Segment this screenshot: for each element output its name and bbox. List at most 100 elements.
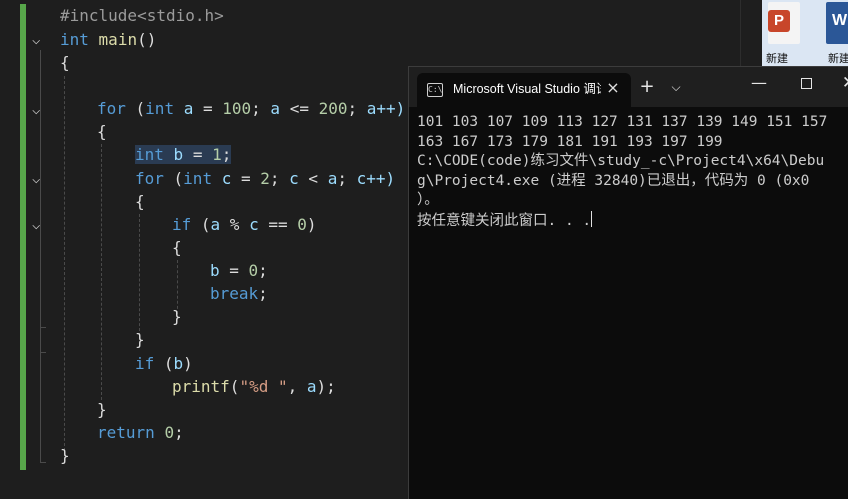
punctuation: ; (258, 261, 268, 280)
operator: = (192, 145, 213, 164)
punctuation: ; (337, 169, 357, 188)
console-line: C:\CODE(code)练习文件\study_-c\Project4\x64\… (417, 153, 825, 169)
code-line-close-brace: } (60, 445, 70, 467)
operator: <= (280, 99, 319, 118)
function-name: main (98, 30, 138, 49)
preprocessor-directive: #include<stdio.h> (60, 6, 224, 25)
operator: == (268, 215, 298, 234)
number-literal: 1 (212, 145, 222, 164)
brace: } (97, 400, 107, 419)
word-icon[interactable]: W (826, 2, 848, 44)
minimize-icon[interactable]: — (747, 71, 771, 95)
punctuation: ; (347, 99, 367, 118)
desktop-icon-label: 新建 (766, 52, 788, 65)
identifier: a (210, 215, 230, 234)
code-line-decl-b: int b = 1; (135, 144, 232, 166)
code-line-if-b: if (b) (135, 353, 193, 375)
code-line-open-brace: { (97, 121, 107, 143)
tab-console[interactable]: C:\ Microsoft Visual Studio 调试控制台 × (417, 73, 631, 107)
keyword-if: if (135, 354, 155, 373)
console-output[interactable]: 101 103 107 109 113 127 131 137 139 149 … (417, 113, 848, 230)
console-window[interactable]: C:\ Microsoft Visual Studio 调试控制台 × + ⌵ … (408, 66, 848, 499)
identifier: c (212, 169, 241, 188)
indent-guide (139, 214, 140, 336)
fold-chevron-down-icon[interactable]: ⌵ (32, 33, 46, 47)
brace: { (172, 238, 182, 257)
tab-close-icon[interactable]: × (605, 79, 621, 97)
code-line-include: #include<stdio.h> (60, 5, 224, 27)
powerpoint-badge: P (768, 10, 790, 32)
code-line-return: return 0; (97, 422, 184, 444)
code-line-open-brace: { (60, 52, 70, 74)
fold-chevron-down-icon[interactable]: ⌵ (32, 103, 46, 117)
identifier: a (327, 169, 338, 188)
console-line-prompt: 按任意键关闭此窗口. . . (417, 210, 848, 231)
fold-range-end (40, 352, 46, 353)
identifier: b (210, 261, 230, 280)
punctuation: ; (221, 145, 232, 164)
maximize-icon[interactable] (795, 71, 819, 95)
fold-range-end (40, 327, 46, 328)
window-titlebar[interactable]: C:\ Microsoft Visual Studio 调试控制台 × + ⌵ … (409, 67, 848, 107)
keyword-int: int (135, 145, 164, 164)
keyword-for: for (135, 169, 164, 188)
code-line-if-mod: if (a % c == 0) (172, 214, 317, 236)
code-line-close-brace: } (172, 306, 182, 328)
code-line-break: break; (210, 283, 268, 305)
change-indicator-bar (20, 4, 26, 470)
identifier: b (163, 145, 193, 164)
tab-title: Microsoft Visual Studio 调试控制台 (453, 82, 601, 96)
punctuation: ( (163, 169, 184, 188)
console-line: 101 103 107 109 113 127 131 137 139 149 … (417, 114, 828, 130)
word-badge: W (832, 12, 848, 29)
operator: = (240, 169, 261, 188)
punctuation: ; (174, 423, 184, 442)
code-line-open-brace: { (135, 191, 145, 213)
fold-range-line (40, 120, 41, 426)
fold-range-end (40, 462, 46, 463)
console-line: g\Project4.exe (进程 32840)已退出，代码为 0 (0x0 (417, 172, 810, 189)
console-prompt-text: 按任意键关闭此窗口. . . (417, 212, 592, 229)
indent-guide (101, 144, 102, 400)
string-literal: "%d " (239, 377, 288, 396)
number-literal: 200 (318, 99, 348, 118)
chevron-down-icon[interactable]: ⌵ (667, 77, 685, 97)
code-line-printf: printf("%d ", a); (172, 376, 336, 398)
punctuation: ( (229, 377, 240, 396)
console-line: ）。 (417, 192, 439, 208)
identifier: c (289, 169, 309, 188)
plus-icon[interactable]: + (637, 77, 657, 97)
code-line-for-outer: for (int a = 100; a <= 200; a++) (97, 98, 405, 120)
identifier: a (270, 99, 281, 118)
punctuation: ( (191, 215, 211, 234)
punctuation: ; (258, 284, 268, 303)
desktop-background: P W 新建 新建 (762, 0, 848, 66)
punctuation: ( (125, 99, 146, 118)
console-line: 163 167 173 179 181 191 193 197 199 (417, 133, 723, 150)
fold-chevron-down-icon[interactable]: ⌵ (32, 172, 46, 186)
fold-chevron-down-icon[interactable]: ⌵ (32, 218, 46, 232)
identifier: a (174, 99, 203, 118)
punctuation: ) (306, 215, 317, 234)
brace: { (60, 53, 70, 72)
keyword-int: int (60, 30, 89, 49)
brace: { (97, 122, 107, 141)
punctuation: () (137, 30, 157, 49)
punctuation: ( (154, 354, 174, 373)
code-line-assign-b: b = 0; (210, 260, 268, 282)
operator: % (229, 215, 250, 234)
desktop-icon-label: 新建 (828, 52, 848, 65)
brace: } (172, 307, 182, 326)
punctuation: ; (269, 169, 290, 188)
brace: } (135, 330, 145, 349)
identifier: c (249, 215, 269, 234)
code-line-main: int main() (60, 29, 156, 51)
powerpoint-icon[interactable]: P (768, 2, 800, 44)
keyword-int: int (183, 169, 213, 188)
punctuation: ) (183, 354, 193, 373)
brace: } (60, 446, 70, 465)
close-icon[interactable]: ✕ (837, 71, 848, 95)
console-icon: C:\ (427, 83, 443, 97)
identifier: c++) (356, 169, 396, 188)
